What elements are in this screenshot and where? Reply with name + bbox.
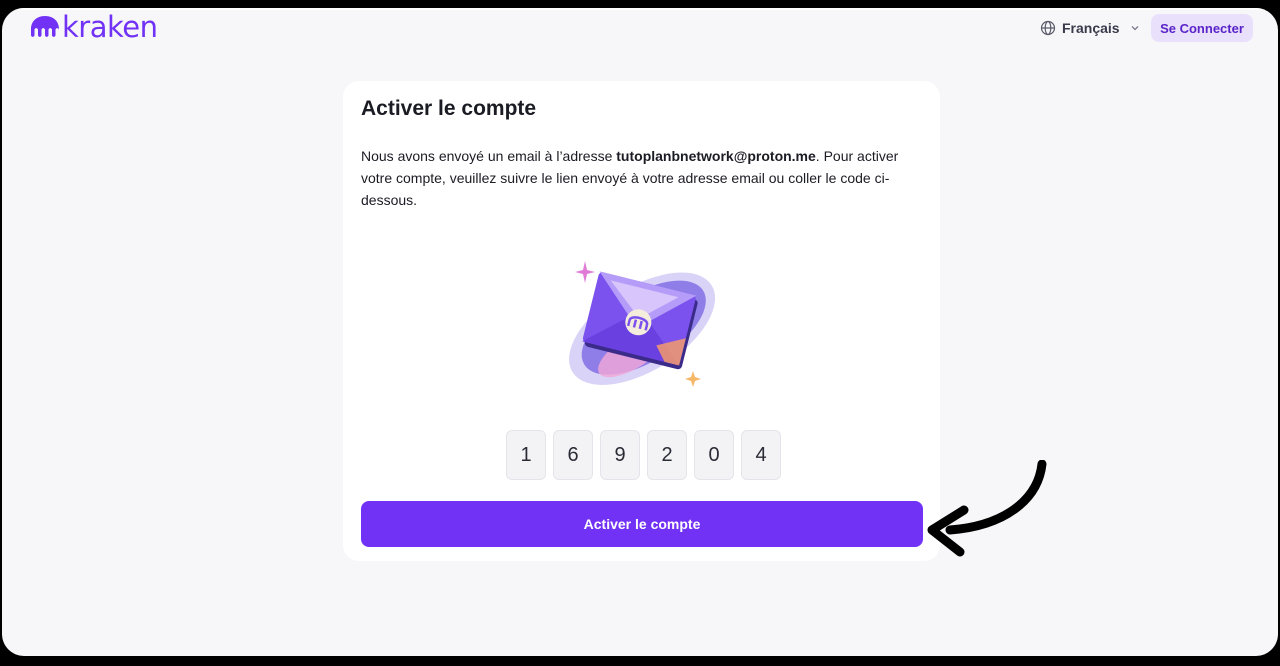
connect-button[interactable]: Se Connecter [1151,14,1253,42]
code-digit-4[interactable] [647,430,687,480]
kraken-logo-icon [31,16,59,37]
activate-account-button[interactable]: Activer le compte [361,501,923,547]
language-label: Français [1062,20,1120,36]
card-description: Nous avons envoyé un email à l’adresse t… [361,145,921,211]
description-text-start: Nous avons envoyé un email à l’adresse [361,148,617,164]
chevron-down-icon [1131,26,1139,31]
card-title: Activer le compte [361,97,537,120]
globe-icon [1040,20,1056,36]
code-digit-5[interactable] [694,430,734,480]
logo-text: kraken [62,10,158,44]
code-digit-2[interactable] [553,430,593,480]
code-digit-6[interactable] [741,430,781,480]
curved-arrow-icon [927,460,1047,557]
top-border [2,8,1278,10]
browser-viewport: kraken Français Se Connecter Activer le … [2,8,1278,656]
envelope-illustration [569,261,716,387]
email-address: tutoplanbnetwork@proton.me [616,148,816,164]
verification-code [506,430,781,480]
activation-card: Activer le compte Nous avons envoyé un e… [343,81,940,561]
code-digit-1[interactable] [506,430,546,480]
language-selector[interactable]: Français [1040,18,1140,38]
kraken-logo[interactable]: kraken [30,10,158,44]
code-digit-3[interactable] [600,430,640,480]
